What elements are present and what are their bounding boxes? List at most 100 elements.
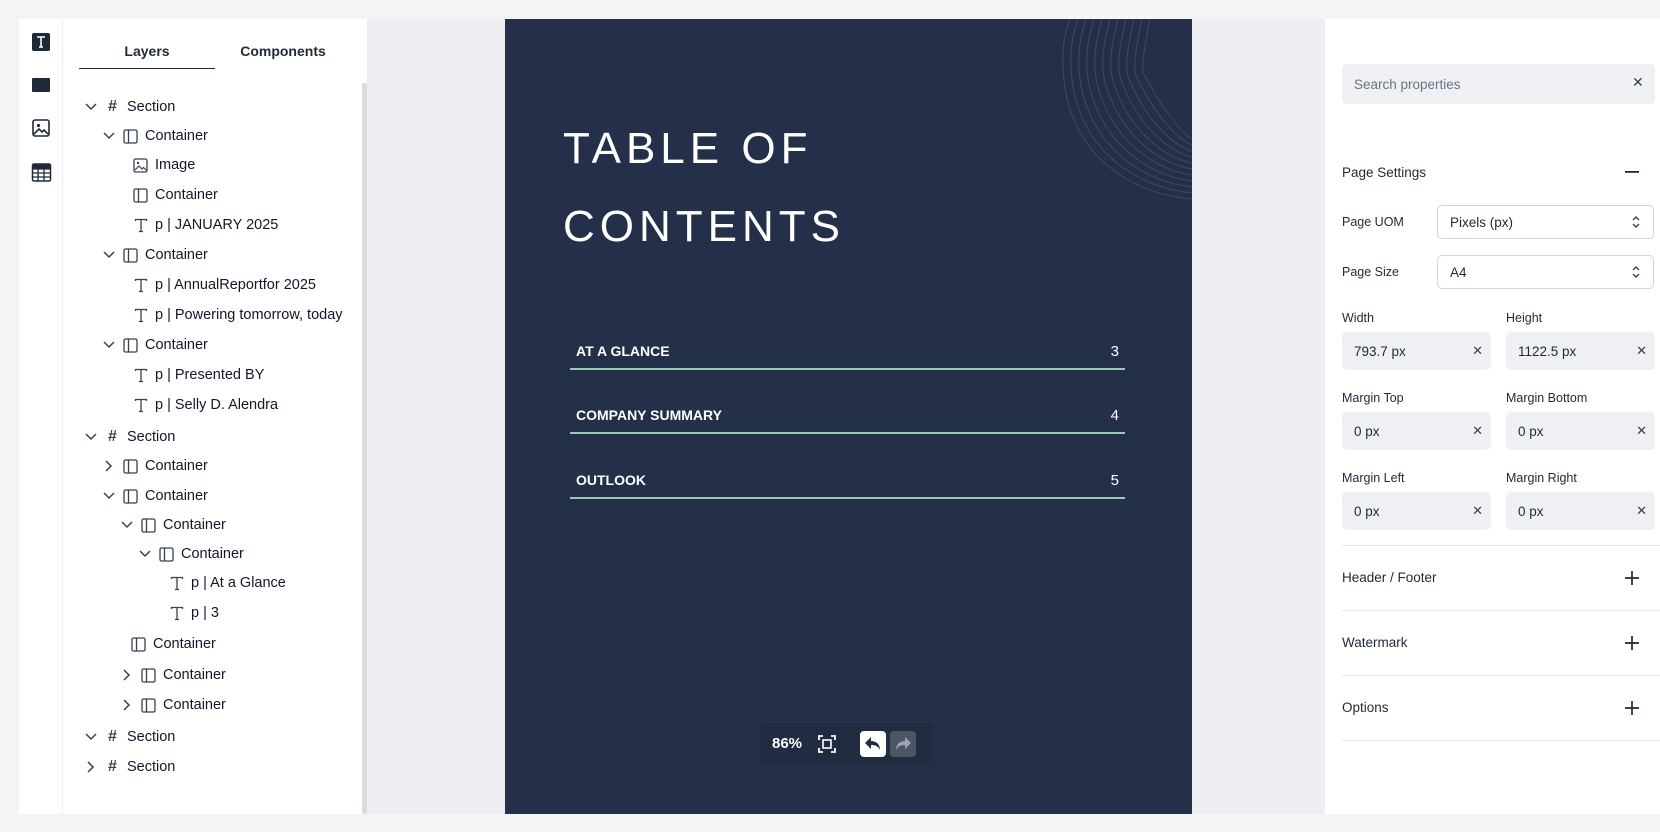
tab-components[interactable]: Components bbox=[215, 39, 351, 69]
margin-left-label: Margin Left bbox=[1342, 471, 1405, 485]
image-icon bbox=[132, 157, 149, 174]
page-uom-label: Page UOM bbox=[1342, 215, 1404, 229]
clear-width-icon[interactable]: ✕ bbox=[1472, 343, 1483, 359]
toc-title-line1: TABLE OF bbox=[563, 124, 813, 173]
undo-icon[interactable] bbox=[860, 730, 886, 757]
layer-row-section[interactable]: # Section bbox=[84, 96, 175, 118]
layer-row-text[interactable]: p | JANUARY 2025 bbox=[132, 214, 278, 236]
search-input[interactable] bbox=[1342, 64, 1622, 104]
layer-row-container[interactable]: Container bbox=[102, 244, 208, 266]
layer-label: p | Selly D. Alendra bbox=[155, 397, 279, 413]
collapse-minus-icon[interactable] bbox=[1621, 161, 1643, 183]
clear-height-icon[interactable]: ✕ bbox=[1636, 343, 1647, 359]
margin-top-value: 0 px bbox=[1354, 423, 1380, 439]
layer-row-text[interactable]: p | Presented BY bbox=[132, 364, 264, 386]
chevron-down-icon[interactable] bbox=[138, 547, 152, 561]
layer-row-container[interactable]: Container bbox=[120, 514, 226, 536]
page-size-select[interactable]: A4 bbox=[1437, 255, 1654, 289]
layer-row-container[interactable]: Container bbox=[102, 485, 208, 507]
zoom-level[interactable]: 86% bbox=[772, 735, 802, 752]
fit-screen-icon[interactable] bbox=[814, 731, 840, 757]
layer-label: p | Powering tomorrow, today bbox=[155, 307, 343, 323]
layer-label: p | JANUARY 2025 bbox=[155, 217, 279, 233]
layer-row-container[interactable]: Container bbox=[120, 694, 226, 716]
layer-row-section[interactable]: # Section bbox=[84, 756, 175, 778]
layer-row-container[interactable]: Container bbox=[138, 543, 244, 565]
chevron-right-icon[interactable] bbox=[102, 459, 116, 473]
layer-row-section[interactable]: # Section bbox=[84, 426, 175, 448]
margin-top-field[interactable]: 0 px ✕ bbox=[1342, 412, 1491, 450]
watermark-title[interactable]: Watermark bbox=[1342, 635, 1408, 650]
redo-icon[interactable] bbox=[890, 730, 916, 757]
layer-label: p | 3 bbox=[191, 605, 219, 621]
expand-plus-icon[interactable] bbox=[1621, 567, 1643, 589]
toc-row-page: 3 bbox=[1110, 342, 1119, 360]
chevron-down-icon[interactable] bbox=[102, 129, 116, 143]
chevron-right-icon[interactable] bbox=[84, 760, 98, 774]
container-layout-icon bbox=[122, 488, 139, 505]
toc-row[interactable]: AT A GLANCE 3 bbox=[570, 334, 1125, 370]
margin-bottom-field[interactable]: 0 px ✕ bbox=[1506, 412, 1655, 450]
margin-right-field[interactable]: 0 px ✕ bbox=[1506, 492, 1655, 530]
toc-row-label: COMPANY SUMMARY bbox=[576, 407, 722, 423]
expand-plus-icon[interactable] bbox=[1621, 632, 1643, 654]
select-arrows-icon bbox=[1632, 216, 1640, 228]
container-layout-icon bbox=[122, 458, 139, 475]
image-tool-icon[interactable] bbox=[28, 115, 54, 141]
layer-row-container[interactable]: Container bbox=[102, 125, 208, 147]
toc-title-line2: CONTENTS bbox=[563, 202, 845, 251]
chevron-down-icon[interactable] bbox=[84, 430, 98, 444]
document-page[interactable]: TABLE OF CONTENTS AT A GLANCE 3 COMPANY … bbox=[505, 19, 1192, 814]
layer-row-container[interactable]: Container bbox=[102, 455, 208, 477]
layer-row-container[interactable]: Container bbox=[102, 334, 208, 356]
toc-row[interactable]: OUTLOOK 5 bbox=[570, 463, 1125, 499]
canvas-area[interactable]: TABLE OF CONTENTS AT A GLANCE 3 COMPANY … bbox=[367, 19, 1325, 814]
clear-search-icon[interactable]: ✕ bbox=[1632, 74, 1644, 91]
margin-right-value: 0 px bbox=[1518, 503, 1544, 519]
layer-row-image[interactable]: Image bbox=[132, 154, 195, 176]
chevron-down-icon[interactable] bbox=[120, 518, 134, 532]
page-uom-select[interactable]: Pixels (px) bbox=[1437, 205, 1654, 239]
tab-layers[interactable]: Layers bbox=[79, 39, 215, 69]
layer-row-text[interactable]: p | 3 bbox=[168, 602, 219, 624]
layer-row-section[interactable]: # Section bbox=[84, 726, 175, 748]
layer-row-text[interactable]: p | At a Glance bbox=[168, 572, 286, 594]
layer-row-text[interactable]: p | Selly D. Alendra bbox=[132, 394, 278, 416]
options-title[interactable]: Options bbox=[1342, 700, 1389, 715]
clear-margin-bottom-icon[interactable]: ✕ bbox=[1636, 423, 1647, 439]
layer-row-container[interactable]: Container bbox=[120, 664, 226, 686]
zoom-toolbar: 86% bbox=[761, 723, 933, 764]
toc-row-label: OUTLOOK bbox=[576, 472, 646, 488]
header-footer-title[interactable]: Header / Footer bbox=[1342, 570, 1437, 585]
toc-row[interactable]: COMPANY SUMMARY 4 bbox=[570, 398, 1125, 434]
rectangle-tool-icon[interactable] bbox=[28, 72, 54, 98]
layer-label: p | At a Glance bbox=[191, 575, 286, 591]
table-tool-icon[interactable] bbox=[28, 159, 54, 185]
clear-margin-right-icon[interactable]: ✕ bbox=[1636, 503, 1647, 519]
layer-row-text[interactable]: p | Powering tomorrow, today bbox=[132, 304, 343, 326]
height-field[interactable]: 1122.5 px ✕ bbox=[1506, 332, 1655, 370]
chevron-down-icon[interactable] bbox=[102, 489, 116, 503]
page-size-label: Page Size bbox=[1342, 265, 1399, 279]
width-field[interactable]: 793.7 px ✕ bbox=[1342, 332, 1491, 370]
clear-margin-top-icon[interactable]: ✕ bbox=[1472, 423, 1483, 439]
chevron-right-icon[interactable] bbox=[120, 668, 134, 682]
page-settings-title[interactable]: Page Settings bbox=[1342, 165, 1426, 180]
margin-bottom-label: Margin Bottom bbox=[1506, 391, 1588, 405]
chevron-right-icon[interactable] bbox=[120, 698, 134, 712]
chevron-down-icon[interactable] bbox=[102, 248, 116, 262]
toc-row-page: 4 bbox=[1110, 406, 1119, 424]
margin-left-field[interactable]: 0 px ✕ bbox=[1342, 492, 1491, 530]
chevron-down-icon[interactable] bbox=[84, 730, 98, 744]
chevron-down-icon[interactable] bbox=[102, 338, 116, 352]
clear-margin-left-icon[interactable]: ✕ bbox=[1472, 503, 1483, 519]
hash-icon: # bbox=[108, 98, 117, 115]
layer-label: Image bbox=[155, 157, 196, 173]
text-tool-icon[interactable] bbox=[28, 29, 54, 55]
chevron-down-icon[interactable] bbox=[84, 100, 98, 114]
layer-row-text[interactable]: p | AnnualReportfor 2025 bbox=[132, 274, 316, 296]
expand-plus-icon[interactable] bbox=[1621, 697, 1643, 719]
toc-row-label: AT A GLANCE bbox=[576, 343, 670, 359]
layer-row-container[interactable]: Container bbox=[130, 633, 216, 655]
layer-row-container[interactable]: Container bbox=[132, 184, 218, 206]
